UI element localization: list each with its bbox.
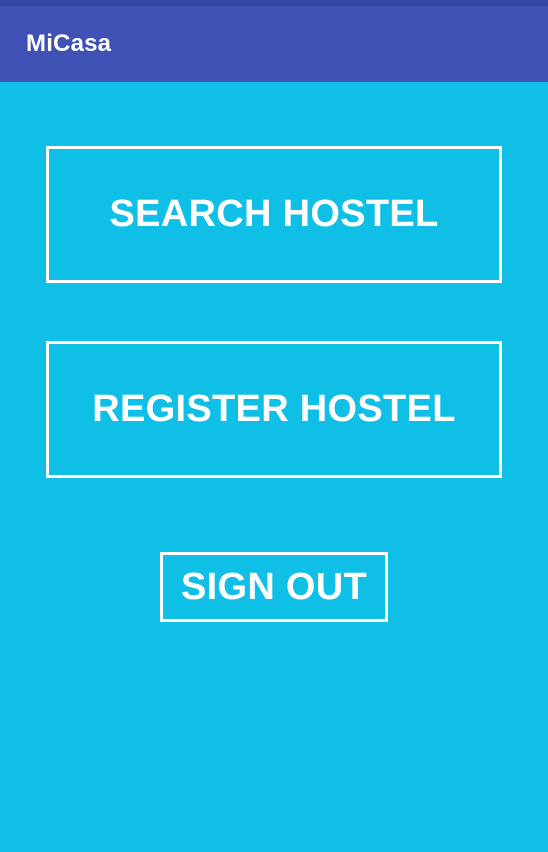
search-hostel-button[interactable]: SEARCH HOSTEL	[46, 146, 502, 283]
sign-out-button[interactable]: SIGN OUT	[160, 552, 388, 622]
app-bar: MiCasa	[0, 6, 548, 82]
app-title: MiCasa	[26, 30, 112, 57]
main-content: SEARCH HOSTEL REGISTER HOSTEL SIGN OUT	[0, 82, 548, 852]
register-hostel-button[interactable]: REGISTER HOSTEL	[46, 341, 502, 478]
